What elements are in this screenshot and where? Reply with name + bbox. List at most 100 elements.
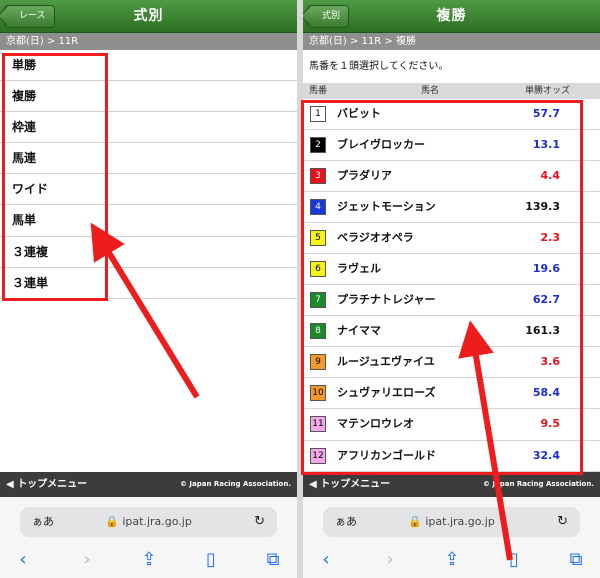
horse-row[interactable]: 1 バビット 57.7 [303, 99, 600, 131]
bet-type-item[interactable]: 馬単 [0, 205, 297, 237]
horse-number-badge: 9 [310, 354, 326, 371]
horse-number-badge: 1 [310, 106, 326, 122]
horse-name: ナイママ [337, 324, 381, 338]
breadcrumb: 京都(日) > 11R > 複勝 [303, 33, 600, 50]
win-odds: 19.6 [532, 262, 560, 276]
top-menu-label: トップメニュー [320, 479, 391, 490]
horse-name: ブレイヴロッカー [337, 138, 425, 152]
horse-number-badge: 10 [310, 385, 326, 402]
win-odds: 4.4 [540, 169, 561, 183]
tabs-icon[interactable]: ⧉ [262, 549, 284, 571]
instruction-text: 馬番を１頭選択してください。 [309, 61, 449, 72]
horse-row[interactable]: 9 ルージュエヴァイユ 3.6 [303, 347, 600, 379]
win-odds: 58.4 [532, 386, 560, 400]
horse-name: ルージュエヴァイユ [337, 355, 435, 369]
horse-name: ラヴェル [337, 262, 381, 276]
win-odds: 13.1 [532, 138, 560, 152]
horse-number-badge: 2 [310, 137, 326, 154]
back-button[interactable]: レース [4, 5, 55, 28]
lock-icon: 🔒 [408, 515, 422, 528]
header-name: 馬名 [421, 86, 440, 96]
back-button[interactable]: 式別 [307, 5, 350, 28]
horse-name: ベラジオオペラ [337, 231, 414, 245]
bet-type-item[interactable]: 枠連 [0, 112, 297, 144]
horse-row[interactable]: 5 ベラジオオペラ 2.3 [303, 223, 600, 255]
footer-bar: ◀ トップメニュー © Japan Racing Association. [303, 472, 600, 497]
horse-row[interactable]: 3 プラダリア 4.4 [303, 161, 600, 193]
breadcrumb: 京都(日) > 11R [0, 33, 297, 50]
tabs-icon[interactable]: ⧉ [565, 549, 587, 571]
win-odds: 161.3 [525, 324, 560, 338]
back-chevron-icon[interactable]: ‹ [315, 549, 337, 571]
table-header: 馬番 馬名 単勝オッズ [303, 83, 600, 99]
bet-type-item[interactable]: 単勝 [0, 50, 297, 82]
back-chevron-icon[interactable]: ‹ [12, 549, 34, 571]
footer-bar: ◀ トップメニュー © Japan Racing Association. [0, 472, 297, 497]
triangle-left-icon: ◀ [309, 479, 317, 490]
header-bar: 複勝 式別 [303, 0, 600, 33]
horse-name: ジェットモーション [337, 200, 436, 214]
horse-row[interactable]: 11 マテンロウレオ 9.5 [303, 409, 600, 441]
address-bar[interactable]: ぁあ 🔒 ipat.jra.go.jp ↻ [20, 507, 277, 537]
horse-row[interactable]: 6 ラヴェル 19.6 [303, 254, 600, 286]
bet-type-item[interactable]: 馬連 [0, 143, 297, 175]
win-odds: 139.3 [525, 200, 560, 214]
header-num: 馬番 [309, 86, 328, 96]
horse-number-badge: 11 [310, 416, 326, 433]
horse-row[interactable]: 4 ジェットモーション 139.3 [303, 192, 600, 224]
back-button-label: レース [19, 11, 46, 21]
horse-name: マテンロウレオ [337, 417, 414, 431]
horse-row[interactable]: 7 プラチナトレジャー 62.7 [303, 285, 600, 317]
bet-type-menu: 単勝 複勝 枠連 馬連 ワイド 馬単 ３連複 ３連単 [0, 50, 297, 299]
share-icon[interactable]: ⇪ [441, 549, 463, 571]
horse-number-badge: 12 [310, 447, 326, 464]
win-odds: 62.7 [532, 293, 560, 307]
copyright: © Japan Racing Association. [482, 480, 594, 488]
reload-icon[interactable]: ↻ [254, 507, 265, 537]
horse-name: プラチナトレジャー [337, 293, 436, 307]
bet-type-item[interactable]: 複勝 [0, 81, 297, 113]
back-button-label: 式別 [322, 11, 341, 21]
win-odds: 57.7 [532, 107, 560, 120]
horse-name: シュヴァリエローズ [337, 386, 436, 400]
triangle-left-icon: ◀ [6, 479, 14, 490]
reload-icon[interactable]: ↻ [557, 507, 568, 537]
horse-row[interactable]: 2 ブレイヴロッカー 13.1 [303, 130, 600, 162]
forward-chevron-icon[interactable]: › [379, 549, 401, 571]
win-odds: 32.4 [532, 448, 560, 462]
url-text: 🔒 ipat.jra.go.jp [323, 507, 580, 537]
bet-type-item[interactable]: ワイド [0, 174, 297, 206]
url-text: 🔒 ipat.jra.go.jp [20, 507, 277, 537]
horse-row[interactable]: 8 ナイママ 161.3 [303, 316, 600, 348]
horse-name: アフリカンゴールド [337, 448, 436, 462]
horse-number-badge: 4 [310, 199, 326, 216]
url-label: ipat.jra.go.jp [425, 515, 495, 528]
bookmarks-icon[interactable]: ▯ [200, 549, 222, 571]
horse-row[interactable]: 10 シュヴァリエローズ 58.4 [303, 378, 600, 410]
left-screen: 式別 レース 京都(日) > 11R 単勝 複勝 枠連 馬連 ワイド 馬単 ３連複 ３連単 ◀… [0, 0, 297, 578]
header-odds: 単勝オッズ [524, 86, 570, 96]
horse-number-badge: 3 [310, 168, 326, 185]
bookmarks-icon[interactable]: ▯ [503, 549, 525, 571]
bet-type-item[interactable]: ３連複 [0, 237, 297, 268]
share-icon[interactable]: ⇪ [138, 549, 160, 571]
horse-name: バビット [337, 107, 381, 120]
copyright: © Japan Racing Association. [179, 480, 291, 488]
address-bar[interactable]: ぁあ 🔒 ipat.jra.go.jp ↻ [323, 507, 580, 537]
horse-number-badge: 8 [310, 323, 326, 340]
browser-chrome: ぁあ 🔒 ipat.jra.go.jp ↻ ‹ › ⇪ ▯ ⧉ [303, 497, 600, 578]
horse-number-badge: 5 [310, 230, 326, 247]
header-bar: 式別 レース [0, 0, 297, 33]
horse-row[interactable]: 12 アフリカンゴールド 32.4 [303, 441, 600, 472]
top-menu-link[interactable]: ◀ トップメニュー [6, 472, 87, 497]
forward-chevron-icon[interactable]: › [76, 549, 98, 571]
horse-number-badge: 6 [310, 261, 326, 278]
horse-number-badge: 7 [310, 292, 326, 309]
horse-list: 1 バビット 57.7 2 ブレイヴロッカー 13.1 3 プラダリア 4.4 4 ジェットモーショ… [303, 99, 600, 472]
url-label: ipat.jra.go.jp [122, 515, 192, 528]
win-odds: 2.3 [540, 231, 561, 245]
bet-type-item[interactable]: ３連単 [0, 268, 297, 299]
win-odds: 9.5 [540, 417, 561, 431]
top-menu-link[interactable]: ◀ トップメニュー [309, 472, 390, 497]
right-screen: 複勝 式別 京都(日) > 11R > 複勝 馬番を１頭選択してください。 馬番… [303, 0, 600, 578]
